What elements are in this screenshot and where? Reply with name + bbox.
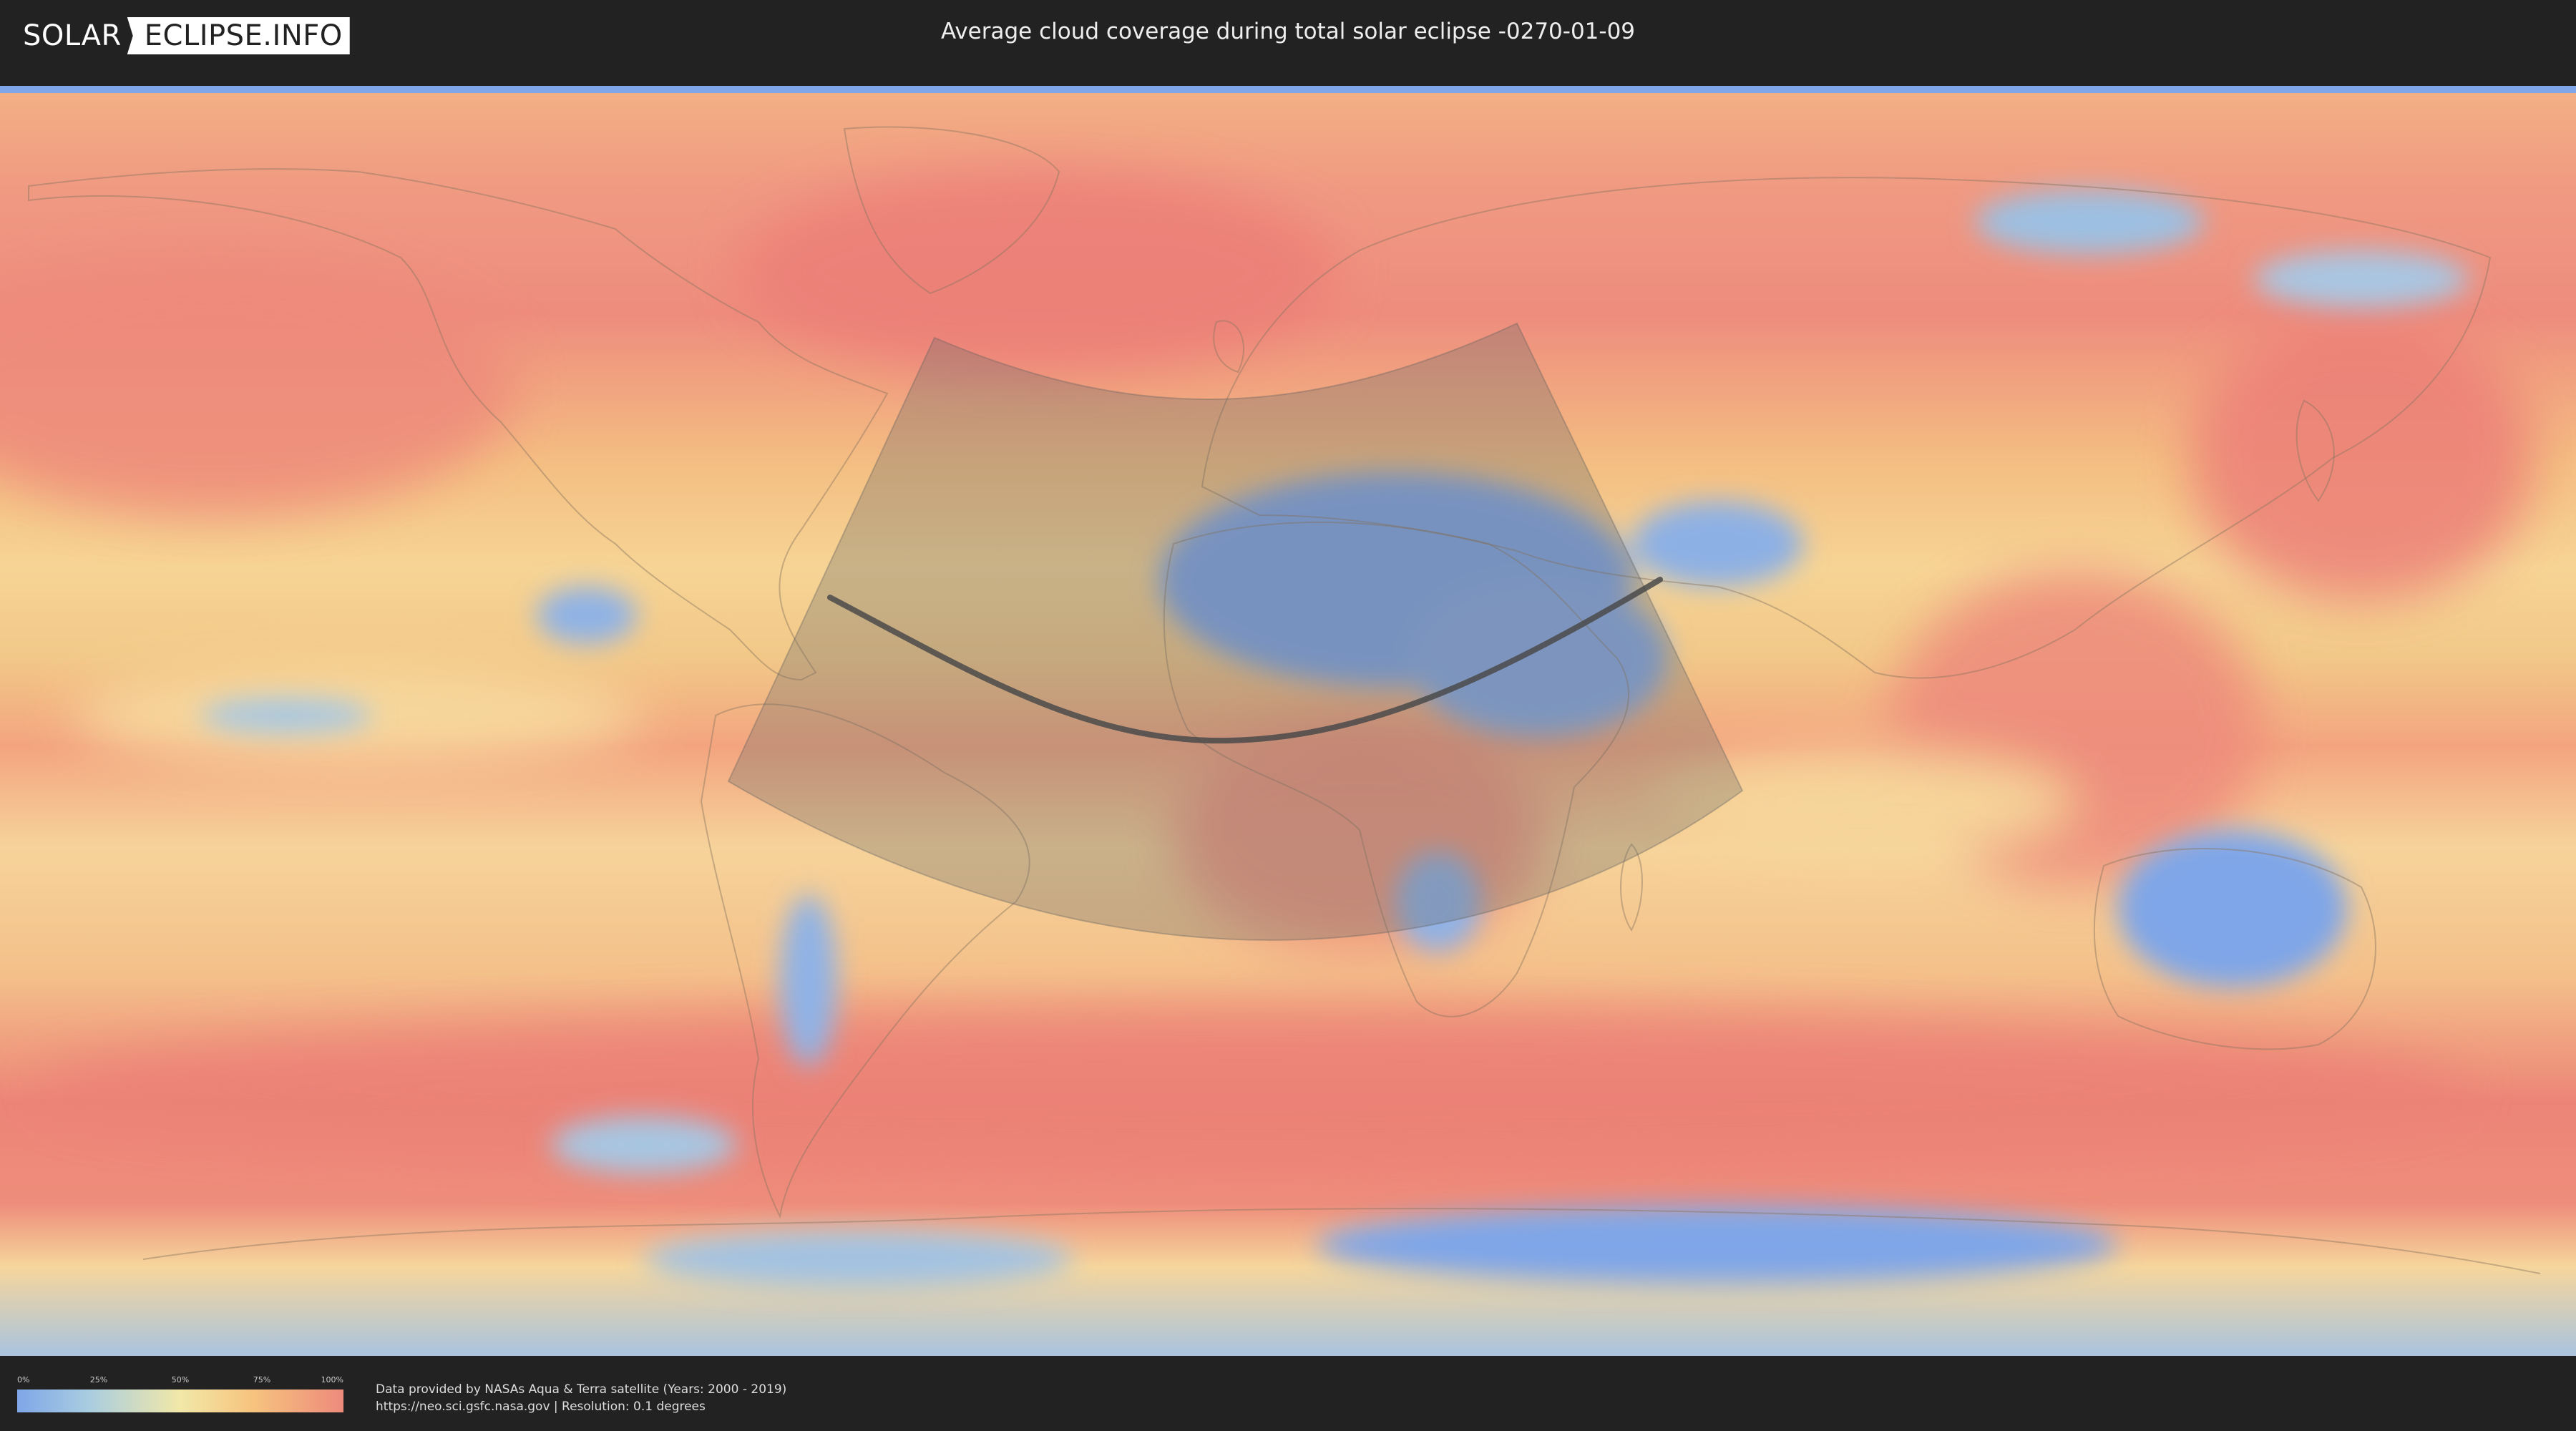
clear-area (2254, 250, 2469, 308)
clear-area (780, 894, 837, 1066)
legend-tick-50: 50% (171, 1375, 190, 1384)
cloud-patch (36, 1009, 2469, 1166)
page-title: Average cloud coverage during total sola… (940, 19, 1636, 44)
clear-area (551, 1116, 737, 1173)
legend-tick-100: 100% (321, 1375, 343, 1384)
clear-area (1975, 190, 2204, 254)
legend-ticks: 0% 25% 50% 75% 100% (17, 1375, 343, 1387)
page: { "header": { "logo_part_1": "SOLAR", "l… (0, 0, 2576, 1431)
top-polar-strip (0, 86, 2576, 93)
header-bar: SOLAR ECLIPSE.INFO Average cloud coverag… (0, 0, 2576, 72)
clear-area (1317, 1206, 2118, 1284)
clear-area (537, 587, 637, 644)
data-credits: Data provided by NASAs Aqua & Terra sate… (376, 1381, 786, 1415)
footer-bar: 0% 25% 50% 75% 100% Data provided by NAS… (0, 1359, 2576, 1431)
credit-line-2[interactable]: https://neo.sci.gsfc.nasa.gov | Resoluti… (376, 1398, 786, 1415)
clear-area (644, 1231, 1073, 1288)
clear-area (1631, 501, 1803, 587)
clear-area (2118, 830, 2347, 987)
cloud-coverage-legend: 0% 25% 50% 75% 100% (17, 1375, 343, 1412)
credit-line-1: Data provided by NASAs Aqua & Terra sate… (376, 1382, 787, 1397)
cloud-patch (737, 172, 1338, 372)
legend-tick-25: 25% (89, 1375, 108, 1384)
cloud-patch (2190, 315, 2533, 601)
legend-tick-0: 0% (17, 1375, 30, 1384)
legend-color-bar (17, 1390, 343, 1412)
legend-tick-75: 75% (253, 1375, 271, 1384)
cloud-coverage-map[interactable] (0, 86, 2576, 1356)
clear-area (200, 698, 372, 733)
